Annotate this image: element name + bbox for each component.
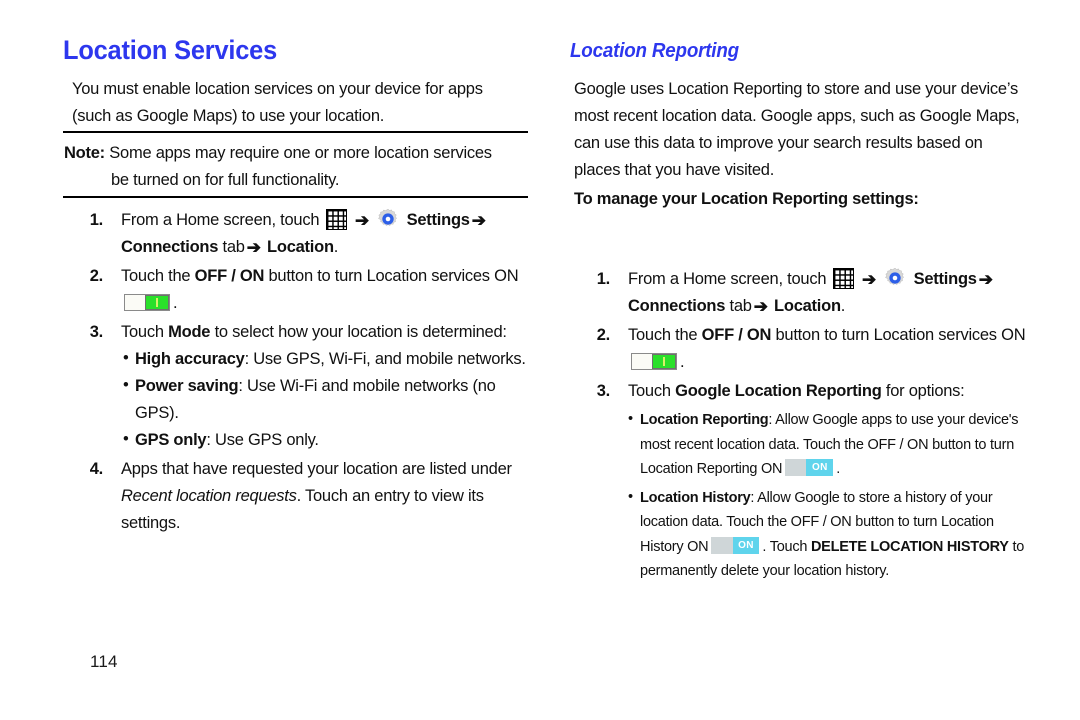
bullet-text-2: . Touch: [762, 538, 808, 555]
divider-bottom: [63, 196, 528, 198]
step-text-2: for options:: [885, 382, 965, 400]
step-bold-location: Location: [774, 297, 841, 315]
mode-options-list: High accuracy: Use GPS, Wi-Fi, and mobil…: [123, 345, 528, 454]
step-text-2: button to turn Location services ON: [775, 326, 1026, 344]
manual-page: Location Services You must enable locati…: [0, 0, 1080, 720]
toggle-on-half: [651, 354, 676, 369]
right-step-3: 3. Touch Google Location Reporting for o…: [570, 378, 1035, 584]
note-label: Note:: [64, 144, 105, 162]
step-number: 2.: [89, 267, 104, 285]
note-block: Note: Some apps may require one or more …: [64, 140, 528, 194]
step-bold-mode: Mode: [168, 323, 211, 341]
step-number: 4.: [89, 460, 104, 478]
reporting-options-list: Location Reporting: Allow Google apps to…: [628, 407, 1035, 584]
step-number: 2.: [596, 326, 611, 344]
green-on-toggle[interactable]: [124, 294, 170, 311]
step-text: Apps that have requested your location a…: [121, 460, 512, 478]
bullet-label: GPS only: [135, 431, 207, 449]
right-step-2: 2. Touch the OFF / ON button to turn Loc…: [570, 322, 1035, 376]
step-period: .: [173, 294, 178, 312]
list-item: Location History: Allow Google to store …: [628, 485, 1035, 584]
step-number: 3.: [596, 382, 611, 400]
right-subheading: To manage your Location Reporting settin…: [574, 190, 919, 208]
step-period: .: [333, 238, 339, 256]
step-text-2: button to turn Location services ON: [268, 267, 519, 285]
toggle-off-half: [632, 354, 652, 369]
list-item: Location Reporting: Allow Google apps to…: [628, 407, 1035, 482]
step-bold-off-on: OFF / ON: [701, 326, 772, 344]
page-title-location-services: Location Services: [63, 35, 278, 65]
divider-top: [63, 131, 528, 133]
bullet-period: .: [836, 461, 841, 477]
bullet-label: Location History: [640, 489, 751, 506]
right-steps-list: 1. From a Home screen, touch ➔ Settings ➔…: [570, 266, 1035, 586]
toggle-off-half: [711, 536, 733, 554]
step-number: 1.: [89, 211, 104, 229]
left-intro-paragraph: You must enable location services on you…: [72, 80, 483, 125]
step-text: From a Home screen, touch: [121, 211, 320, 229]
note-line-1: Some apps may require one or more locati…: [109, 144, 492, 162]
step-text-tab: tab: [222, 238, 245, 256]
settings-gear-icon[interactable]: [884, 267, 906, 289]
toggle-on-half: [144, 295, 169, 310]
arrow-icon: ➔: [753, 297, 768, 316]
step-text-tab: tab: [729, 297, 752, 315]
right-intro-paragraph: Google uses Location Reporting to store …: [574, 80, 1020, 179]
step-text: From a Home screen, touch: [628, 270, 827, 288]
bullet-bold-delete-location-history: DELETE LOCATION HISTORY: [810, 538, 1009, 555]
toggle-on-label: ON: [806, 459, 834, 476]
bullet-label: Power saving: [135, 377, 239, 395]
bullet-label: High accuracy: [135, 350, 245, 368]
arrow-icon: ➔: [978, 270, 993, 289]
toggle-off-half: [785, 459, 807, 476]
apps-grid-icon[interactable]: [832, 268, 854, 289]
step-bold-connections: Connections: [628, 297, 726, 315]
right-step-1: 1. From a Home screen, touch ➔ Settings ➔…: [570, 266, 1035, 320]
list-item: High accuracy: Use GPS, Wi-Fi, and mobil…: [123, 345, 528, 373]
section-title-location-reporting: Location Reporting: [570, 40, 739, 62]
left-step-2: 2. Touch the OFF / ON button to turn Loc…: [63, 263, 528, 317]
step-text: Touch: [121, 323, 164, 341]
step-bold-connections: Connections: [121, 238, 219, 256]
step-bold-settings: Settings: [913, 270, 977, 288]
bullet-text: : Use GPS, Wi-Fi, and mobile networks.: [244, 350, 526, 368]
arrow-icon: ➔: [354, 211, 369, 230]
step-number: 3.: [89, 323, 104, 341]
bullet-label: Location Reporting: [640, 412, 769, 428]
toggle-off-half: [125, 295, 145, 310]
page-number: 114: [90, 652, 118, 671]
step-bold-off-on: OFF / ON: [194, 267, 265, 285]
left-step-4: 4. Apps that have requested your locatio…: [63, 456, 528, 537]
step-bold-location: Location: [267, 238, 334, 256]
cyan-on-toggle[interactable]: ON: [785, 459, 834, 476]
step-text-2: to select how your location is determine…: [214, 323, 507, 341]
bullet-text: : Use GPS only.: [206, 431, 319, 449]
step-period: .: [680, 353, 685, 371]
green-on-toggle[interactable]: [631, 353, 677, 370]
step-bold-settings: Settings: [406, 211, 470, 229]
list-item: GPS only: Use GPS only.: [123, 426, 528, 454]
left-steps-list: 1. From a Home screen, touch ➔ Settings ➔…: [63, 207, 528, 539]
step-period: .: [840, 297, 846, 315]
apps-grid-icon[interactable]: [325, 209, 347, 230]
left-step-1: 1. From a Home screen, touch ➔ Settings ➔…: [63, 207, 528, 261]
step-text: Touch the: [121, 267, 191, 285]
list-item: Power saving: Use Wi-Fi and mobile netwo…: [123, 372, 528, 427]
arrow-icon: ➔: [471, 211, 486, 230]
step-bold-google-location-reporting: Google Location Reporting: [675, 382, 882, 400]
step-text: Touch the: [628, 326, 698, 344]
cyan-on-toggle[interactable]: ON: [711, 536, 760, 554]
step-number: 1.: [596, 270, 611, 288]
toggle-on-label: ON: [732, 536, 760, 554]
note-line-2: be turned on for full functionality.: [111, 171, 340, 189]
settings-gear-icon[interactable]: [377, 208, 399, 230]
step-italic-recent-location-requests: Recent location requests: [121, 487, 297, 505]
left-step-3: 3. Touch Mode to select how your locatio…: [63, 319, 528, 454]
arrow-icon: ➔: [861, 270, 876, 289]
step-text: Touch: [628, 382, 671, 400]
arrow-icon: ➔: [246, 238, 261, 257]
